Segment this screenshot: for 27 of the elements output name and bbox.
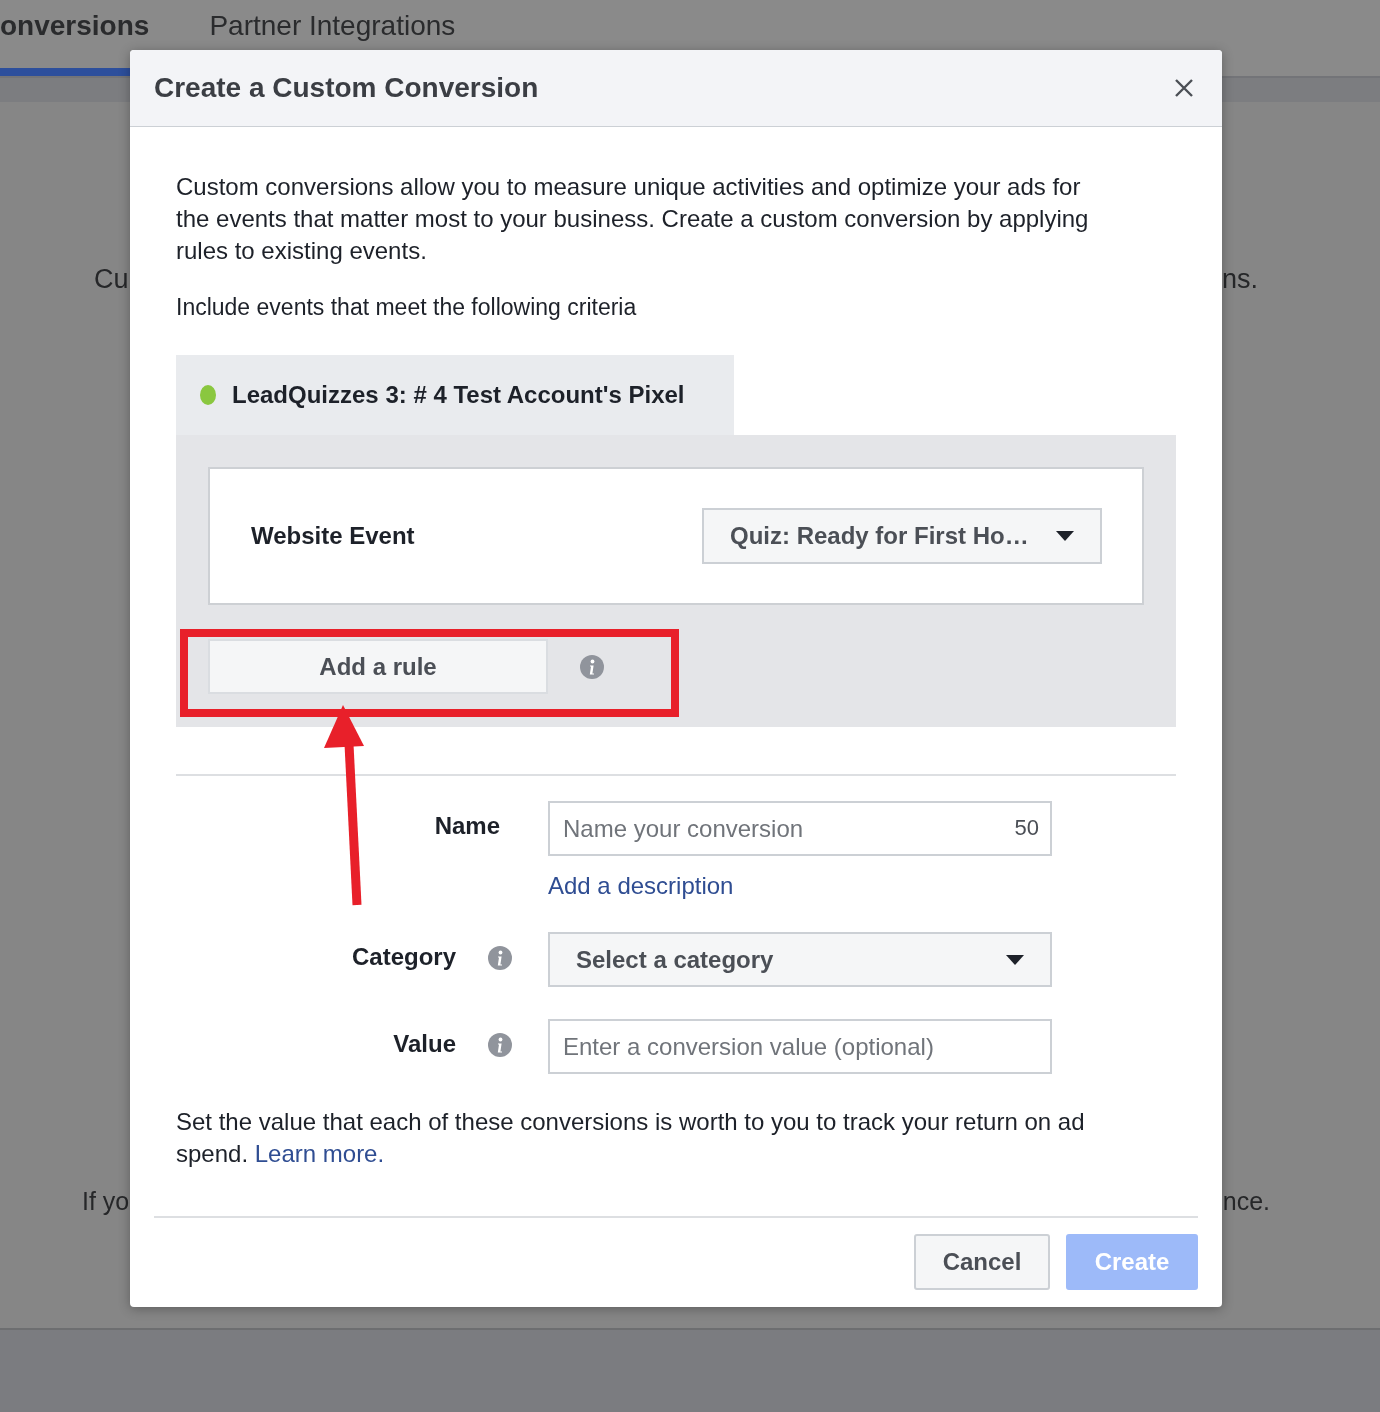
caret-icon [1006,954,1024,965]
event-dropdown[interactable]: Quiz: Ready for First Ho… [702,508,1102,564]
info-icon[interactable] [488,1033,512,1057]
cancel-button[interactable]: Cancel [914,1234,1050,1290]
category-dropdown[interactable]: Select a category [548,932,1052,987]
field-label: Name [434,812,500,840]
intro-text: Custom conversions allow you to measure unique activities and optimize your ads for the events that matter most to your business. Create a custom conversion by applying rules to existing events. [176,172,1090,266]
dialog-title: Create a Custom Conversion [154,72,539,104]
field-label: Category [351,943,456,971]
page-text: If yo [82,1187,130,1216]
criteria-label: Include events that meet the following criteria [176,293,638,322]
page-text: nce. [1222,1187,1270,1216]
add-rule-button[interactable]: Add a rule [208,639,548,694]
field-label: Value [393,1030,456,1058]
character-counter: 50 [1014,815,1039,841]
caret-icon [1056,531,1074,541]
value-note: Set the value that each of these conversions is worth to you to track your return on ad spend. Learn more. [176,1107,1086,1169]
event-label: Website Event [251,522,415,550]
learn-more-link[interactable]: Learn more. [254,1140,385,1167]
add-description-link[interactable]: Add a description [548,872,1052,900]
pixel-tab[interactable]: LeadQuizzes 3: # 4 Test Account's Pixel [176,355,734,435]
info-icon[interactable] [488,946,512,970]
input-field[interactable]: Enter a conversion value (optional) [548,1019,1052,1074]
page-text: ns. [1221,264,1258,295]
info-icon[interactable] [580,654,604,679]
close-icon[interactable] [1174,78,1194,98]
page-text: Cu [94,264,129,295]
